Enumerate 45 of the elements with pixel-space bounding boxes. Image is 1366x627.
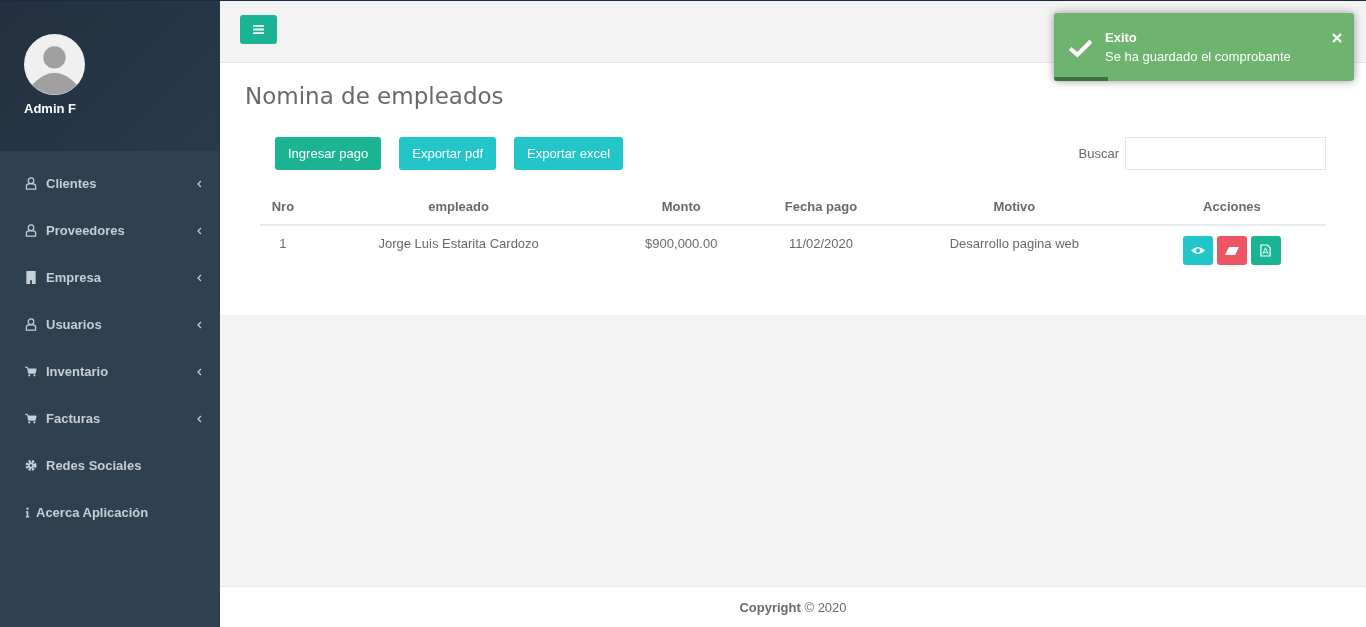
sidebar-item[interactable]: Facturas xyxy=(0,395,220,442)
sidebar-item[interactable]: Proveedores xyxy=(0,207,220,254)
menu-icon xyxy=(253,25,264,34)
user-icon xyxy=(25,177,37,190)
user-icon xyxy=(25,318,37,331)
column-header: empleado xyxy=(305,188,612,225)
gear-icon xyxy=(25,459,37,472)
view-button[interactable] xyxy=(1182,236,1213,265)
column-header: Acciones xyxy=(1137,188,1326,225)
check-icon xyxy=(1068,39,1093,58)
sidebar-item[interactable]: Inventario xyxy=(0,348,220,395)
toast-title: Exito xyxy=(1105,30,1138,45)
sidebar-item[interactable]: Empresa xyxy=(0,254,220,301)
user-name: Admin F xyxy=(24,101,77,116)
table-cell: Jorge Luis Estarita Cardozo xyxy=(305,225,612,277)
pdf-button[interactable] xyxy=(1250,236,1281,265)
info-icon xyxy=(25,506,30,519)
search-field[interactable] xyxy=(1125,137,1326,170)
user-icon xyxy=(25,224,37,237)
column-header: Fecha pago xyxy=(751,188,891,225)
search-label: Buscar xyxy=(1078,146,1119,161)
building-icon xyxy=(25,271,37,284)
sidebar-item[interactable]: Clientes xyxy=(0,160,220,207)
column-header: Nro xyxy=(260,188,306,225)
delete-button[interactable] xyxy=(1216,236,1247,265)
toast-message: Se ha guardado el comprobante xyxy=(1105,49,1292,64)
avatar-icon xyxy=(24,34,85,95)
cart-icon xyxy=(25,365,37,378)
table-cell: 1 xyxy=(260,225,306,277)
column-header: Monto xyxy=(611,188,752,225)
close-icon xyxy=(1332,33,1342,43)
pdf-file-icon xyxy=(1260,244,1272,257)
table-cell: 11/02/2020 xyxy=(751,225,891,277)
sidebar-item[interactable]: Usuarios xyxy=(0,301,220,348)
table-cell: $900,000.00 xyxy=(611,225,752,277)
eraser-icon xyxy=(1224,246,1239,255)
menu-button[interactable] xyxy=(240,15,277,44)
sidebar-item[interactable]: Redes Sociales xyxy=(0,442,220,489)
cart-icon xyxy=(25,412,37,425)
page-title: Nomina de empleados xyxy=(245,83,505,109)
column-header: Motivo xyxy=(890,188,1138,225)
sidebar-item[interactable]: Acerca Aplicación xyxy=(0,489,220,536)
footer-text: Copyright © 2020 xyxy=(220,586,1366,627)
table-cell: Desarrollo pagina web xyxy=(890,225,1138,277)
eye-icon xyxy=(1190,246,1205,255)
